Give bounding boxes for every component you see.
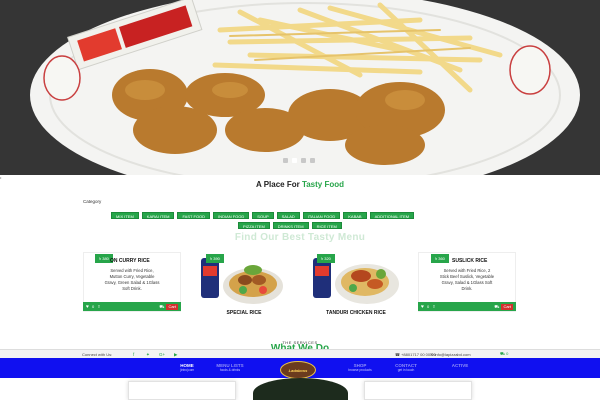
email-text: info@lapizzabd.com bbox=[434, 352, 471, 357]
category-button-italian-food[interactable]: ITALIAN FOOD bbox=[302, 212, 341, 219]
like-group: ♥ 0 ⇪ bbox=[421, 304, 436, 310]
card-description: Served with Fried Rice, Mutton Curry, Ve… bbox=[83, 268, 181, 292]
slider-dots bbox=[283, 158, 315, 163]
hero-slider[interactable] bbox=[0, 0, 600, 175]
heart-icon[interactable]: ♥ bbox=[86, 304, 89, 310]
nav-sublabel: browse products bbox=[348, 368, 372, 372]
card-footer: ♥ 0 ⇪ ⛟ Cart bbox=[418, 302, 516, 311]
share-icon[interactable]: ⇪ bbox=[432, 304, 435, 309]
cart-group: ⛟ Cart bbox=[159, 303, 178, 310]
category-button-indian-food[interactable]: INDIAN FOOD bbox=[213, 212, 250, 219]
nav-item-active[interactable]: ACTIVE bbox=[445, 363, 475, 368]
cart-icon[interactable]: ⛟ bbox=[159, 304, 164, 310]
category-button-additional-item[interactable]: ADDITIONAL ITEM bbox=[369, 212, 415, 219]
service-card-2-image[interactable] bbox=[253, 378, 348, 400]
facebook-icon[interactable]: f bbox=[133, 352, 134, 357]
slider-dot-1[interactable] bbox=[283, 158, 288, 163]
desc-line: Soft Drink. bbox=[122, 286, 142, 291]
hero-food-photo bbox=[0, 0, 600, 175]
card-footer: ♥ 0 ⇪ ⛟ Cart bbox=[83, 302, 181, 311]
slider-dot-2[interactable] bbox=[292, 158, 297, 163]
section-title: A Place For Tasty Food bbox=[0, 180, 600, 189]
price-badge: ৳ 360 bbox=[431, 254, 449, 263]
ghost-title: Find Our Best Tasty Menu bbox=[234, 232, 366, 243]
nav-item-home[interactable]: HOME (intro)com bbox=[172, 363, 202, 372]
price-badge: ৳ 390 bbox=[206, 254, 224, 263]
nav-item-contact[interactable]: CONTACT get in touch bbox=[388, 363, 424, 372]
logo-text: Ladaboss bbox=[288, 367, 308, 373]
page: • A Place For Tasty Food Category MIX IT… bbox=[0, 0, 600, 400]
nav-sublabel: (intro)com bbox=[179, 368, 195, 372]
section-title-accent: Tasty Food bbox=[301, 180, 345, 189]
cart-icon[interactable]: ⛟ bbox=[494, 304, 499, 310]
like-count: 0 bbox=[426, 304, 430, 309]
service-card-1[interactable] bbox=[128, 381, 236, 400]
google-plus-icon[interactable]: G+ bbox=[159, 352, 165, 357]
category-label: Category bbox=[83, 199, 102, 204]
desc-line: Drink. bbox=[461, 286, 473, 291]
category-button-rice-item[interactable]: RICE ITEM bbox=[311, 222, 342, 229]
nav-sublabel: get in touch bbox=[397, 368, 415, 372]
cart-group: ⛟ Cart bbox=[494, 303, 513, 310]
section-title-plain: A Place For bbox=[255, 180, 300, 189]
add-to-cart-button[interactable]: Cart bbox=[501, 303, 513, 310]
category-button-soup[interactable]: SOUP bbox=[252, 212, 274, 219]
category-row-1: MIX ITEM KARAI ITEM FAST FOOD INDIAN FOO… bbox=[111, 212, 415, 219]
add-to-cart-button[interactable]: Cart bbox=[166, 303, 178, 310]
service-card-3[interactable] bbox=[364, 381, 472, 400]
cart-count: 0 bbox=[506, 351, 509, 356]
price-badge: ৳ 320 bbox=[317, 254, 335, 263]
header-cart[interactable]: ⛟ 0 bbox=[500, 351, 508, 357]
info-bar: Connect with Us: f ✦ G+ ▶ ☎ +8801717 00 … bbox=[0, 349, 600, 358]
card-title: SUSLICK RICE bbox=[452, 258, 488, 264]
card-description: Served with Fried Rice, 2 Stick Beef Sus… bbox=[418, 268, 516, 292]
category-button-kabab[interactable]: KABAB bbox=[343, 212, 367, 219]
category-button-pizza-item[interactable]: PIZZA ITEM bbox=[238, 222, 270, 229]
slider-dot-4[interactable] bbox=[310, 158, 315, 163]
category-row-2: PIZZA ITEM DRINKS ITEM RICE ITEM bbox=[238, 222, 342, 229]
site-logo[interactable]: Ladaboss bbox=[280, 361, 316, 379]
nav-item-shop[interactable]: SHOP browse products bbox=[345, 363, 375, 372]
category-button-fast-food[interactable]: FAST FOOD bbox=[177, 212, 211, 219]
card-title[interactable]: SPECIAL RICE bbox=[195, 310, 293, 316]
nav-item-menu-lists[interactable]: MENU LISTS foods & drinks bbox=[210, 363, 250, 372]
slider-dot-3[interactable] bbox=[301, 158, 306, 163]
connect-label: Connect with Us: bbox=[82, 352, 113, 357]
category-button-mix-item[interactable]: MIX ITEM bbox=[111, 212, 139, 219]
category-button-karai-item[interactable]: KARAI ITEM bbox=[141, 212, 175, 219]
like-group: ♥ 0 ⇪ bbox=[86, 304, 101, 310]
share-icon[interactable]: ⇪ bbox=[97, 304, 100, 309]
email-address[interactable]: ✉ info@lapizzabd.com bbox=[430, 352, 471, 357]
like-count: 0 bbox=[91, 304, 95, 309]
nav-label: ACTIVE bbox=[451, 363, 469, 368]
card-title[interactable]: TANDURI CHICKEN RICE bbox=[307, 310, 405, 316]
heart-icon[interactable]: ♥ bbox=[421, 304, 424, 310]
nav-sublabel: foods & drinks bbox=[219, 368, 241, 372]
category-button-salad[interactable]: SALAD bbox=[276, 212, 300, 219]
category-button-drinks-item[interactable]: DRINKS ITEM bbox=[272, 222, 309, 229]
card-title: ON CURRY RICE bbox=[110, 258, 150, 264]
cart-icon: ⛟ bbox=[500, 351, 506, 356]
